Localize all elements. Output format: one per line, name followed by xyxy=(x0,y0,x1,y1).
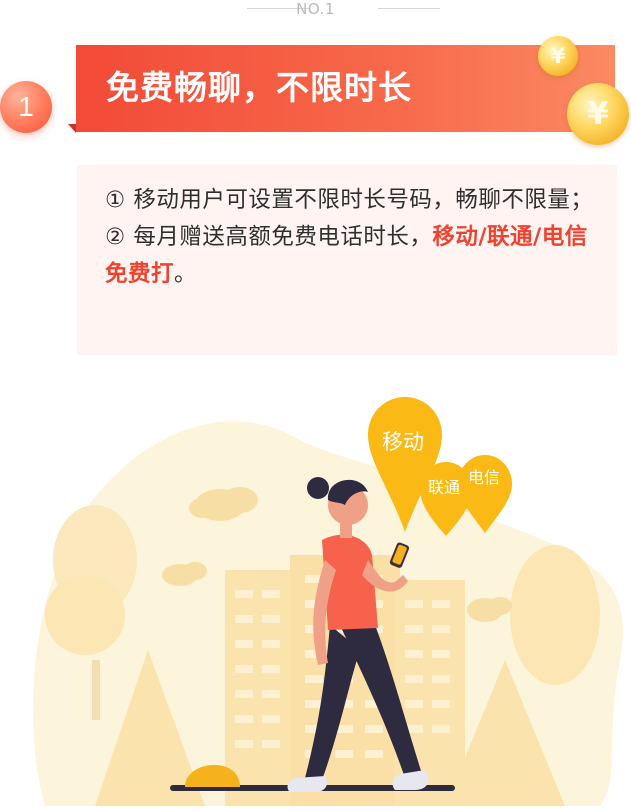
feature-description: ① 移动用户可设置不限时长号码，畅聊不限量； ② 每月赠送高额免费电话时长，移动… xyxy=(105,182,595,293)
title-banner: 免费畅聊，不限时长 xyxy=(76,45,615,132)
tree-right-icon xyxy=(510,545,600,685)
banner-fold xyxy=(68,124,76,133)
walking-woman-illustration: 移动 联通 电信 xyxy=(0,360,631,806)
banner-title: 免费畅聊，不限时长 xyxy=(106,68,412,107)
feature-item-2-end: 。 xyxy=(174,261,198,287)
feature-item-2: 每月赠送高额免费电话时长， xyxy=(133,224,433,250)
illustration-graphic xyxy=(32,397,624,806)
pin-label-unicom: 联通 xyxy=(428,478,461,497)
feature-item-1: 移动用户可设置不限时长号码，畅聊不限量； xyxy=(133,187,594,213)
tree-left-lower xyxy=(45,575,125,655)
item-number-1: ① xyxy=(105,187,126,213)
building-left xyxy=(225,570,295,806)
section-number: NO.1 xyxy=(296,0,335,18)
header-divider-right xyxy=(378,8,440,9)
step-number-badge: 1 xyxy=(0,81,52,133)
feature-description-box: ① 移动用户可设置不限时长号码，畅聊不限量； ② 每月赠送高额免费电话时长，移动… xyxy=(77,165,617,355)
pin-label-mobile: 移动 xyxy=(382,430,424,454)
yen-coin-icon: ¥ xyxy=(538,36,578,76)
pin-label-telecom: 电信 xyxy=(468,468,501,487)
yen-coin-icon: ¥ xyxy=(567,83,629,145)
tree-left-trunk xyxy=(92,660,100,720)
item-number-2: ② xyxy=(105,224,126,250)
